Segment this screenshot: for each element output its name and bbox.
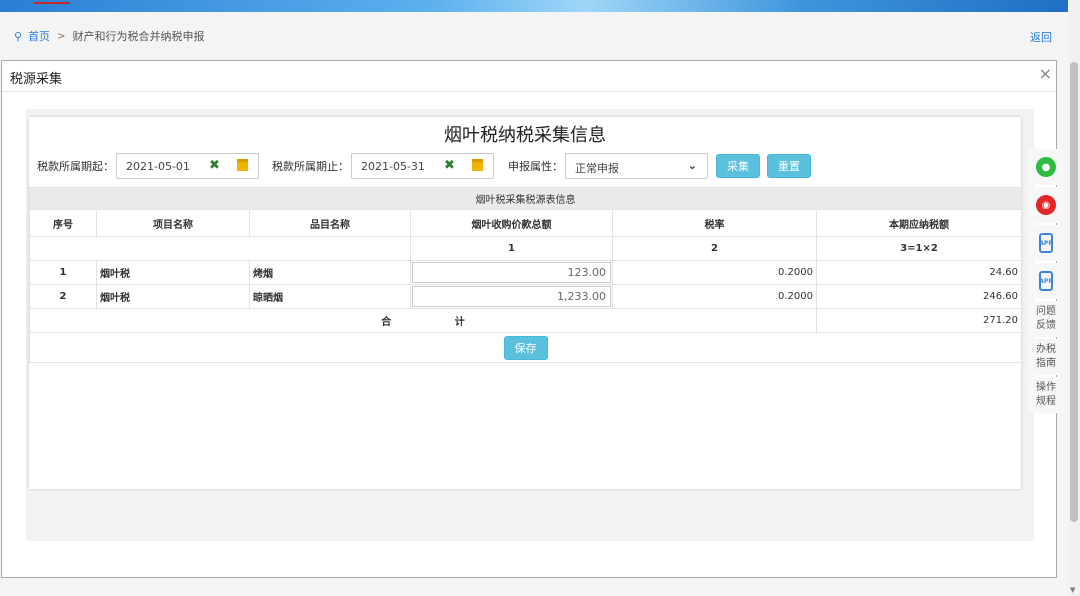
sidebar-feedback[interactable]: 问题反馈 bbox=[1028, 301, 1064, 337]
app-icon[interactable]: APP bbox=[1039, 271, 1053, 291]
amount-input[interactable] bbox=[412, 262, 611, 283]
scrollbar-thumb[interactable] bbox=[1070, 62, 1078, 522]
reset-button[interactable]: 重置 bbox=[767, 154, 811, 178]
table-row: 1 烟叶税 烤烟 0.2000 24.60 bbox=[29, 260, 1023, 285]
tax-source-modal: 税源采集 × 烟叶税纳税采集信息 税款所属期起： 2021-05-01 ✖ 税款… bbox=[1, 60, 1057, 578]
breadcrumb-separator: > bbox=[57, 30, 66, 42]
table-caption: 烟叶税采集税源表信息 bbox=[28, 187, 1023, 210]
index-rate: 2 bbox=[612, 236, 817, 261]
top-banner bbox=[0, 0, 1068, 12]
row-rate: 0.2000 bbox=[612, 260, 817, 285]
save-button[interactable]: 保存 bbox=[503, 335, 548, 360]
clear-start-date-icon[interactable]: ✖ bbox=[209, 158, 220, 173]
scroll-down-arrow-icon[interactable]: ▼ bbox=[1070, 586, 1075, 594]
save-row: 保存 bbox=[28, 332, 1023, 363]
procedure-label[interactable]: 操作规程 bbox=[1033, 381, 1059, 409]
modal-title: 税源采集 bbox=[10, 72, 63, 87]
start-date-value: 2021-05-01 bbox=[126, 160, 190, 173]
end-date-value: 2021-05-31 bbox=[361, 160, 425, 173]
table-caption-row: 烟叶税采集税源表信息 bbox=[28, 187, 1023, 210]
breadcrumb-home-link[interactable]: 首页 bbox=[28, 28, 50, 44]
location-pin-icon: ⚲ bbox=[14, 29, 23, 43]
row-project: 烟叶税 bbox=[96, 284, 250, 309]
logo-fragment bbox=[34, 0, 70, 4]
row-no: 2 bbox=[29, 284, 97, 309]
header-item: 品目名称 bbox=[249, 209, 411, 237]
index-empty-cell bbox=[29, 236, 411, 261]
chevron-down-icon: ⌄ bbox=[687, 159, 697, 172]
feedback-label[interactable]: 问题反馈 bbox=[1033, 305, 1059, 333]
header-project: 项目名称 bbox=[96, 209, 250, 237]
header-amount: 烟叶收购价款总额 bbox=[410, 209, 613, 237]
header-no: 序号 bbox=[29, 209, 97, 237]
end-date-input[interactable]: 2021-05-31 ✖ bbox=[351, 153, 494, 179]
app-icon[interactable]: APP bbox=[1039, 233, 1053, 253]
form-title: 烟叶税纳税采集信息 bbox=[444, 125, 606, 146]
breadcrumb: ⚲ 首页 > 财产和行为税合并纳税申报 bbox=[14, 28, 205, 44]
calendar-icon[interactable] bbox=[472, 159, 483, 171]
table-index-row: 1 2 3=1×2 bbox=[29, 236, 1023, 261]
page-scrollbar[interactable]: ▼ bbox=[1068, 0, 1080, 596]
sidebar-procedure[interactable]: 操作规程 bbox=[1028, 377, 1064, 413]
total-label: 合 计 bbox=[381, 317, 465, 328]
start-date-label: 税款所属期起： bbox=[37, 160, 114, 173]
save-cell: 保存 bbox=[28, 332, 1023, 363]
index-tax: 3=1×2 bbox=[815, 236, 1023, 261]
row-item: 晾晒烟 bbox=[249, 284, 411, 309]
row-tax: 24.60 bbox=[815, 260, 1023, 285]
weibo-icon[interactable]: ◉ bbox=[1036, 195, 1056, 215]
row-tax: 246.60 bbox=[815, 284, 1023, 309]
header-rate: 税率 bbox=[612, 209, 817, 237]
total-tax: 271.20 bbox=[815, 308, 1023, 333]
header-tax: 本期应纳税额 bbox=[815, 209, 1023, 237]
row-amount-cell bbox=[410, 284, 613, 309]
form-card: 烟叶税纳税采集信息 税款所属期起： 2021-05-01 ✖ 税款所属期止： 2… bbox=[28, 117, 1023, 489]
modal-divider bbox=[2, 91, 1056, 92]
calendar-icon[interactable] bbox=[237, 159, 248, 171]
wechat-icon[interactable]: ● bbox=[1036, 157, 1056, 177]
index-amount: 1 bbox=[410, 236, 613, 261]
tax-source-table: 烟叶税采集税源表信息 序号 项目名称 品目名称 烟叶收购价款总额 税率 本期应纳… bbox=[28, 187, 1023, 363]
sidebar-app-2[interactable]: APP bbox=[1028, 263, 1064, 299]
table-header-row: 序号 项目名称 品目名称 烟叶收购价款总额 税率 本期应纳税额 bbox=[29, 209, 1023, 237]
modal-body: 烟叶税纳税采集信息 税款所属期起： 2021-05-01 ✖ 税款所属期止： 2… bbox=[26, 109, 1034, 541]
floating-sidebar: ● ◉ APP APP 问题反馈 办税指南 操作规程 bbox=[1028, 149, 1066, 415]
row-item: 烤烟 bbox=[249, 260, 411, 285]
declare-attribute-label: 申报属性： bbox=[508, 160, 563, 173]
sidebar-guide[interactable]: 办税指南 bbox=[1028, 339, 1064, 375]
declare-attribute-value: 正常申报 bbox=[575, 162, 619, 175]
back-link[interactable]: 返回 bbox=[1030, 29, 1052, 45]
sidebar-app-1[interactable]: APP bbox=[1028, 225, 1064, 261]
start-date-input[interactable]: 2021-05-01 ✖ bbox=[116, 153, 259, 179]
close-icon[interactable]: × bbox=[1039, 64, 1052, 83]
total-label-cell: 合 计 bbox=[29, 308, 817, 333]
sidebar-wechat[interactable]: ● bbox=[1028, 149, 1064, 185]
row-amount-cell bbox=[410, 260, 613, 285]
breadcrumb-current: 财产和行为税合并纳税申报 bbox=[72, 30, 205, 43]
sidebar-weibo[interactable]: ◉ bbox=[1028, 187, 1064, 223]
row-no: 1 bbox=[29, 260, 97, 285]
guide-label[interactable]: 办税指南 bbox=[1033, 343, 1059, 371]
table-total-row: 合 计 271.20 bbox=[29, 308, 1023, 333]
end-date-label: 税款所属期止： bbox=[272, 160, 349, 173]
clear-end-date-icon[interactable]: ✖ bbox=[444, 158, 455, 173]
table-row: 2 烟叶税 晾晒烟 0.2000 246.60 bbox=[29, 284, 1023, 309]
collect-button[interactable]: 采集 bbox=[716, 154, 760, 178]
declare-attribute-select[interactable]: 正常申报 ⌄ bbox=[565, 153, 708, 179]
filter-row: 税款所属期起： 2021-05-01 ✖ 税款所属期止： 2021-05-31 … bbox=[37, 153, 811, 179]
row-project: 烟叶税 bbox=[96, 260, 250, 285]
row-rate: 0.2000 bbox=[612, 284, 817, 309]
amount-input[interactable] bbox=[412, 286, 611, 307]
